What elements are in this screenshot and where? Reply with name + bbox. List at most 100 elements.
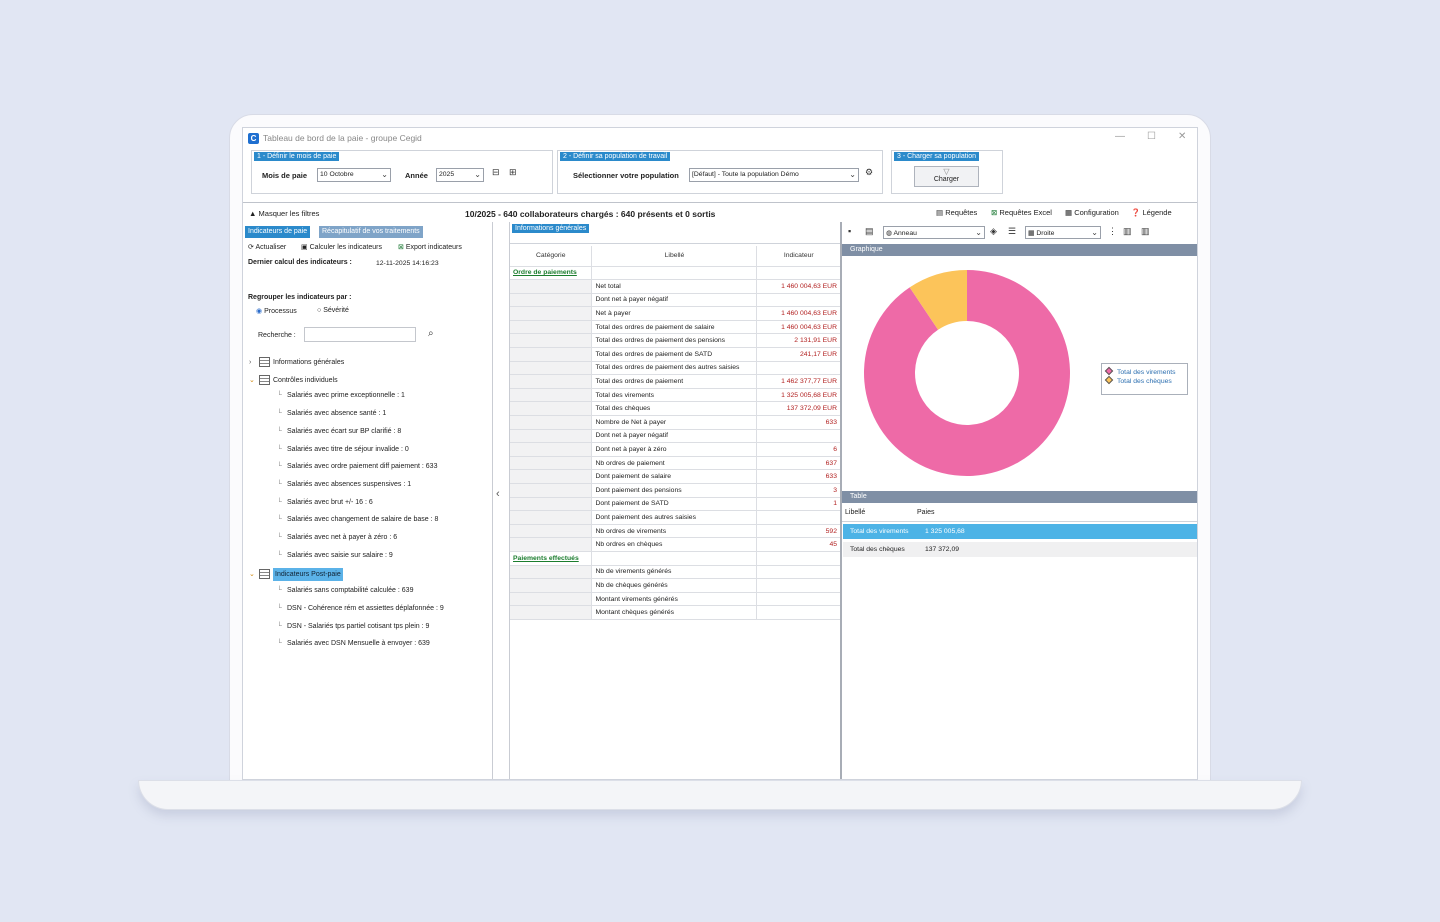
tree-group-node[interactable]: › Informations générales bbox=[249, 357, 344, 367]
tab-treatments-summary[interactable]: Récapitulatif de vos traitements bbox=[319, 226, 423, 238]
table-row[interactable]: Nb ordres de virements 592 bbox=[510, 524, 840, 539]
table-row[interactable]: Nb de virements générés bbox=[510, 565, 840, 580]
bar-chart-icon[interactable]: ▥ bbox=[1123, 226, 1132, 237]
tree-leaf-item[interactable]: └ Salariés avec DSN Mensuelle à envoyer :… bbox=[277, 640, 430, 647]
expand-toggle-icon[interactable]: ⌄ bbox=[249, 376, 259, 384]
tree-leaf-item[interactable]: └ DSN - Salariés tps partiel cotisant tps… bbox=[277, 623, 429, 630]
table-row[interactable]: Total des chèques 137 372,09 bbox=[843, 542, 1197, 557]
column-header[interactable]: Indicateur bbox=[756, 246, 840, 267]
table-row[interactable]: Dont net à payer négatif bbox=[510, 429, 840, 444]
queries-button[interactable]: ▤ Requêtes bbox=[936, 208, 977, 217]
maximize-icon[interactable]: ☐ bbox=[1147, 131, 1156, 142]
tree-leaf-item[interactable]: └ Salariés avec ordre paiement diff paiem… bbox=[277, 463, 437, 470]
table-row[interactable]: Dont net à payer négatif bbox=[510, 293, 840, 308]
tree-leaf-item[interactable]: └ DSN - Cohérence rém et assiettes déplaf… bbox=[277, 605, 444, 612]
table-row[interactable]: Total des chèques 137 372,09 EUR bbox=[510, 401, 840, 417]
radio-process[interactable]: ◉ Processus bbox=[256, 307, 297, 315]
legend-button[interactable]: ❓ Légende bbox=[1131, 208, 1172, 217]
excel-queries-button[interactable]: ⊠ Requêtes Excel bbox=[991, 208, 1052, 217]
table-row[interactable]: Total des ordres de paiement des pension… bbox=[510, 333, 840, 349]
tree-leaf-item[interactable]: └ Salariés avec changement de salaire de … bbox=[277, 516, 438, 523]
graph-header: Graphique bbox=[842, 244, 1197, 256]
export-button[interactable]: ⊠ Export indicateurs bbox=[398, 243, 462, 251]
table-row[interactable]: Dont paiement des autres saisies bbox=[510, 510, 840, 525]
category-cell bbox=[510, 592, 593, 607]
tree-leaf-item[interactable]: └ Salariés avec absence santé : 1 bbox=[277, 410, 386, 417]
tree-leaf-item[interactable]: └ Salariés sans comptabilité calculée : 6… bbox=[277, 587, 413, 594]
table-row[interactable]: Total des virements 1 325 005,68 EUR bbox=[510, 388, 840, 403]
filter-settings-icon[interactable]: ⚙ bbox=[865, 167, 873, 178]
3d-icon[interactable]: ◈ bbox=[990, 226, 997, 237]
search-input[interactable] bbox=[304, 327, 416, 342]
calculate-button[interactable]: ▣ Calculer les indicateurs bbox=[301, 243, 382, 251]
tab-general-info[interactable]: Informations générales bbox=[512, 224, 590, 233]
search-icon[interactable]: ⌕ bbox=[428, 328, 434, 339]
table-row[interactable]: Net à payer 1 460 004,63 EUR bbox=[510, 306, 840, 321]
value-cell: 1 bbox=[756, 497, 840, 512]
legend-entry[interactable]: Total des chèques bbox=[1104, 375, 1183, 385]
tree-leaf-item[interactable]: └ Salariés avec brut +/- 16 : 6 bbox=[277, 499, 373, 506]
table-row[interactable]: Dont paiement de SATD 1 bbox=[510, 497, 840, 512]
table-row[interactable]: Nb ordres de paiement 637 bbox=[510, 456, 840, 471]
column-header[interactable]: Catégorie bbox=[510, 246, 593, 267]
category-link[interactable]: Paiements effectués bbox=[513, 555, 579, 562]
expand-icon[interactable]: ⊞ bbox=[509, 167, 517, 178]
table-row[interactable]: Dont paiement des pensions 3 bbox=[510, 483, 840, 498]
legend-swatch-icon bbox=[1104, 366, 1114, 376]
column-header[interactable]: Libellé bbox=[591, 246, 758, 267]
tree-group-node[interactable]: ⌄ Indicateurs Post-paie bbox=[249, 568, 343, 582]
load-button[interactable]: ▽ Charger bbox=[914, 166, 979, 187]
table-row[interactable]: Dont paiement de salaire 633 bbox=[510, 469, 840, 484]
layers-icon[interactable]: ☰ bbox=[1008, 226, 1016, 237]
expand-toggle-icon[interactable]: › bbox=[249, 359, 259, 366]
legend-entry[interactable]: Total des virements bbox=[1104, 366, 1183, 376]
collapse-left-icon[interactable]: ‹ bbox=[496, 488, 500, 500]
tree-leaf-item[interactable]: └ Salariés avec saisie sur salaire : 9 bbox=[277, 552, 393, 559]
save-icon[interactable]: ▪ bbox=[848, 226, 851, 236]
table-row[interactable]: Total des ordres de paiement de salaire 1… bbox=[510, 320, 840, 335]
table-row[interactable]: Paiements effectués bbox=[510, 551, 840, 566]
bar-chart-alt-icon[interactable]: ▥ bbox=[1141, 226, 1150, 237]
expand-toggle-icon[interactable]: ⌄ bbox=[249, 570, 259, 578]
close-icon[interactable]: ✕ bbox=[1178, 131, 1186, 142]
more-vertical-icon[interactable]: ⋮ bbox=[1108, 226, 1117, 237]
table-row[interactable]: Total des virements 1 325 005,68 bbox=[843, 524, 1197, 539]
collapse-icon[interactable]: ⊟ bbox=[492, 167, 500, 178]
tree-leaf-item[interactable]: └ Salariés avec écart sur BP clarifié : 8 bbox=[277, 428, 401, 435]
tab-payroll-indicators[interactable]: Indicateurs de paie bbox=[245, 226, 311, 238]
value-cell: 637 bbox=[756, 456, 840, 471]
export-chart-icon[interactable]: ▤ bbox=[865, 226, 874, 237]
legend-position-select[interactable]: ▦ Droite ⌄ bbox=[1025, 226, 1101, 239]
table-row[interactable]: Nb ordres en chèques 45 bbox=[510, 537, 840, 552]
refresh-button[interactable]: ⟳ Actualiser bbox=[248, 243, 286, 251]
table-row[interactable]: Total des ordres de paiement des autres … bbox=[510, 361, 840, 376]
year-select[interactable]: 2025 ⌄ bbox=[436, 168, 484, 182]
radio-severity[interactable]: ○ Sévérité bbox=[317, 307, 349, 314]
tree-leaf-item[interactable]: └ Salariés avec prime exceptionnelle : 1 bbox=[277, 392, 405, 399]
table-row[interactable]: Ordre de paiements bbox=[510, 266, 840, 281]
chart-type-select[interactable]: ◍ Anneau ⌄ bbox=[883, 226, 985, 239]
middle-tab-divider bbox=[510, 243, 840, 244]
table-row[interactable]: Montant chèques générés bbox=[510, 605, 840, 620]
tree-leaf-item[interactable]: └ Salariés avec absences suspensives : 1 bbox=[277, 481, 411, 488]
table-row[interactable]: Nb de chèques générés bbox=[510, 578, 840, 593]
table-row[interactable]: Nombre de Net à payer 633 bbox=[510, 415, 840, 430]
tree-group-node[interactable]: ⌄ Contrôles individuels bbox=[249, 374, 338, 385]
label-cell: Nb ordres de paiement bbox=[591, 456, 758, 471]
table-icon bbox=[259, 569, 270, 580]
table-row[interactable]: Dont net à payer à zéro 6 bbox=[510, 442, 840, 457]
hide-filters-button[interactable]: ▲ Masquer les filtres bbox=[249, 209, 319, 218]
window-title: Tableau de bord de la paie - groupe Cegi… bbox=[263, 133, 422, 143]
month-select[interactable]: 10 Octobre ⌄ bbox=[317, 168, 391, 182]
tree-leaf-item[interactable]: └ Salariés avec titre de séjour invalide … bbox=[277, 446, 409, 453]
table-row[interactable]: Net total 1 460 004,63 EUR bbox=[510, 279, 840, 294]
table-row[interactable]: Total des ordres de paiement 1 462 377,77… bbox=[510, 374, 840, 389]
tree-leaf-item[interactable]: └ Salariés avec net à payer à zéro : 6 bbox=[277, 534, 397, 541]
configuration-button[interactable]: ▦ Configuration bbox=[1065, 208, 1119, 217]
last-calc-value: 12-11-2025 14:16:23 bbox=[376, 260, 439, 267]
minimize-icon[interactable]: — bbox=[1115, 131, 1125, 142]
table-row[interactable]: Montant virements générés bbox=[510, 592, 840, 607]
table-row[interactable]: Total des ordres de paiement de SATD 241,… bbox=[510, 347, 840, 362]
category-link[interactable]: Ordre de paiements bbox=[513, 269, 577, 276]
population-select[interactable]: [Défaut] - Toute la population Démo ⌄ bbox=[689, 168, 859, 182]
